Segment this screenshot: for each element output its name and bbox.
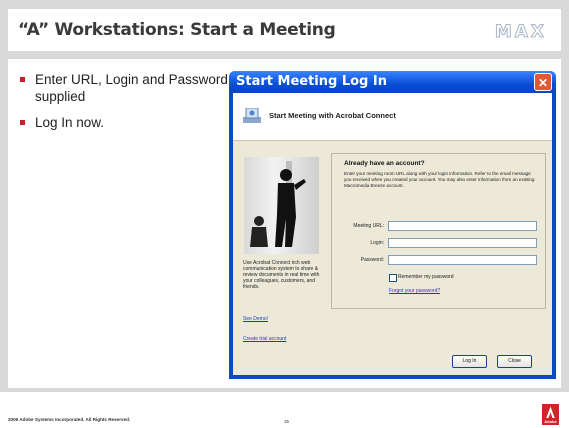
connect-icon <box>243 108 261 123</box>
max-logo: MAX <box>494 22 547 43</box>
start-meeting-dialog: Start Meeting Log In ✕ Start Meeting wit… <box>229 71 556 379</box>
login-form-panel: Already have an account? Enter your meet… <box>331 153 546 309</box>
dialog-titlebar[interactable]: Start Meeting Log In ✕ <box>229 71 556 93</box>
bullet-item: Log In now. <box>20 114 230 131</box>
bullet-marker <box>20 120 25 125</box>
dialog-title: Start Meeting Log In <box>236 74 387 89</box>
remember-password-label: Remember my password <box>398 274 454 280</box>
adobe-logo: Adobe <box>542 404 559 425</box>
remember-password-checkbox[interactable] <box>389 274 397 282</box>
slide-title-bar: “A” Workstations: Start a Meeting MAX <box>8 9 561 51</box>
dialog-header: Start Meeting with Acrobat Connect <box>233 93 552 141</box>
meeting-url-label: Meeting URL: <box>353 223 384 229</box>
close-button[interactable]: Close <box>497 355 532 368</box>
see-demo-link[interactable]: See Demo! <box>243 316 268 322</box>
close-icon[interactable]: ✕ <box>534 73 552 91</box>
bullet-item: Enter URL, Login and Password supplied <box>20 71 230 105</box>
page-number: 35 <box>284 419 290 424</box>
slide-footer: 2006 Adobe Systems Incorporated. All Rig… <box>0 392 569 428</box>
adobe-logo-label: Adobe <box>544 419 557 424</box>
meeting-url-input[interactable] <box>388 221 537 231</box>
slide: “A” Workstations: Start a Meeting MAX En… <box>0 0 569 428</box>
bullet-text: Enter URL, Login and Password supplied <box>35 72 228 104</box>
slide-title: “A” Workstations: Start a Meeting <box>18 20 336 40</box>
login-label: Login: <box>370 240 384 246</box>
password-input[interactable] <box>388 255 537 265</box>
password-label: Password: <box>360 257 384 263</box>
bullet-list: Enter URL, Login and Password supplied L… <box>20 71 230 140</box>
forgot-password-link[interactable]: Forgot your password? <box>389 288 440 294</box>
copyright-text: 2006 Adobe Systems Incorporated. All Rig… <box>8 417 131 422</box>
form-heading: Already have an account? <box>344 160 425 167</box>
promo-text: Use Acrobat Connect rich web communicati… <box>243 260 320 290</box>
dialog-header-text: Start Meeting with Acrobat Connect <box>269 111 396 120</box>
presenter-silhouette <box>250 161 306 247</box>
bullet-text: Log In now. <box>35 115 105 130</box>
adobe-a-icon <box>546 406 555 418</box>
promo-photo <box>244 157 319 254</box>
login-button[interactable]: Log In <box>452 355 487 368</box>
login-input[interactable] <box>388 238 537 248</box>
dialog-body: Start Meeting with Acrobat Connect Use A… <box>233 93 552 375</box>
form-description: Enter your meeting room URL along with y… <box>344 171 535 188</box>
bullet-marker <box>20 77 25 82</box>
create-trial-link[interactable]: Create trial account <box>243 336 286 342</box>
